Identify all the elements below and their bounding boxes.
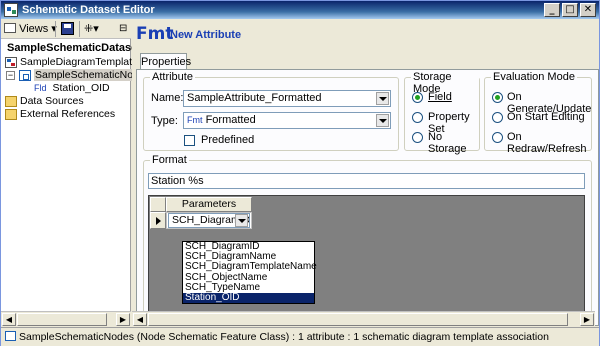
collapse-icon[interactable]: − (6, 71, 15, 80)
storage-property-set-radio[interactable] (412, 112, 423, 123)
name-label: Name: (151, 92, 184, 104)
formatted-attribute-icon: Fmt (136, 24, 174, 44)
scroll-left-icon[interactable]: ◀ (2, 313, 16, 326)
status-bar: SampleSchematicNodes (Node Schematic Fea… (1, 327, 599, 346)
parameter-dropdown-list[interactable]: SCH_DiagramID SCH_DiagramName SCH_Diagra… (182, 241, 317, 304)
tree-item-label: SampleDiagramTemplate (20, 56, 138, 68)
app-icon (4, 3, 18, 17)
node-class-icon (19, 70, 31, 81)
attribute-group: Attribute Name: SampleAttribute_Formatte… (143, 71, 399, 151)
formatted-type-icon: Fmt (187, 115, 203, 125)
name-value: SampleAttribute_Formatted (187, 92, 322, 104)
field-icon: Fld (34, 83, 47, 93)
storage-no-storage-label: No Storage (428, 131, 467, 155)
dataset-name: SampleSchematicDataset (7, 42, 141, 54)
views-icon (4, 23, 16, 33)
name-combo[interactable]: SampleAttribute_Formatted (183, 90, 391, 107)
dropdown-option-selected[interactable]: Station_OID (183, 292, 314, 304)
scroll-right-icon[interactable]: ▶ (580, 313, 594, 326)
storage-field-label: Field (428, 91, 452, 103)
tree-item-external-references[interactable]: External References (5, 108, 115, 121)
chevron-down-icon[interactable] (376, 92, 389, 105)
schematic-dataset-editor-window: Schematic Dataset Editor _ □ ✕ Views ▾ ⁜… (0, 0, 600, 346)
toolbar-separator (55, 21, 56, 37)
node-class-icon (5, 331, 16, 341)
pin-icon[interactable]: ⊟ (119, 21, 127, 37)
options-button[interactable]: ⁜▾ (84, 21, 99, 37)
scroll-thumb[interactable] (17, 313, 107, 326)
parameter-combo[interactable]: SCH_DiagramID (168, 213, 250, 228)
predefined-label: Predefined (201, 134, 255, 146)
tree-item-label: Station_OID (52, 82, 110, 94)
editor-horizontal-scrollbar[interactable]: ◀ ▶ (132, 311, 595, 326)
properties-panel: Attribute Name: SampleAttribute_Formatte… (136, 69, 599, 326)
parameter-cell[interactable]: SCH_DiagramID (166, 212, 252, 229)
maximize-button[interactable]: □ (562, 3, 578, 17)
eval-on-start-label: On Start Editing (507, 111, 585, 123)
evaluation-mode-group: Evaluation Mode On Generate/Update On St… (484, 71, 592, 155)
current-row-indicator-icon[interactable] (150, 212, 166, 229)
tree-item-label: External References (20, 108, 116, 120)
toolbar-separator (79, 21, 80, 37)
editor-pane: Fmt New Attribute Properties Attribute N… (132, 19, 599, 326)
tab-properties[interactable]: Properties (140, 53, 191, 70)
format-input[interactable] (148, 173, 585, 189)
page-title: New Attribute (170, 29, 242, 41)
scroll-left-icon[interactable]: ◀ (133, 313, 147, 326)
views-button[interactable]: Views ▾ (4, 21, 57, 37)
tree-horizontal-scrollbar[interactable]: ◀ ▶ (1, 311, 131, 326)
type-combo[interactable]: Fmt Formatted (183, 112, 391, 129)
type-label: Type: (151, 115, 178, 127)
save-icon[interactable] (61, 22, 74, 35)
close-button[interactable]: ✕ (580, 3, 596, 17)
title-bar[interactable]: Schematic Dataset Editor _ □ ✕ (1, 1, 599, 19)
scroll-right-icon[interactable]: ▶ (116, 313, 130, 326)
storage-field-radio[interactable] (412, 92, 423, 103)
options-icon: ⁜ (84, 22, 94, 35)
eval-on-start-radio[interactable] (492, 112, 503, 123)
chevron-down-icon[interactable] (376, 114, 389, 127)
chevron-down-icon: ▾ (93, 23, 99, 35)
predefined-checkbox[interactable] (184, 135, 195, 146)
grid-corner (150, 197, 166, 212)
tree-item-template[interactable]: SampleDiagramTemplate (5, 56, 138, 69)
chevron-down-icon[interactable] (235, 214, 248, 227)
storage-mode-group: Storage Mode Field Property Set No Stora… (404, 71, 480, 155)
views-label: Views (19, 23, 49, 35)
diagram-template-icon (5, 57, 17, 68)
minimize-button[interactable]: _ (544, 3, 560, 17)
eval-on-generate-radio[interactable] (492, 92, 503, 103)
type-value: Formatted (205, 114, 256, 126)
tree-item-field[interactable]: Fld Station_OID (34, 82, 110, 95)
tree-toolbar: Views ▾ ⁜▾ ⊟ (1, 19, 131, 39)
status-text: SampleSchematicNodes (Node Schematic Fea… (19, 331, 549, 343)
storage-no-storage-radio[interactable] (412, 132, 423, 143)
eval-on-redraw-radio[interactable] (492, 132, 503, 143)
folder-icon (5, 109, 17, 120)
group-label: Attribute (150, 71, 195, 83)
window-title: Schematic Dataset Editor (22, 4, 155, 16)
tree-item-data-sources[interactable]: Data Sources (5, 95, 84, 108)
group-label: Evaluation Mode (491, 71, 577, 83)
folder-icon (5, 96, 17, 107)
tree-item-label: Data Sources (20, 95, 84, 107)
parameters-column-header[interactable]: Parameters (166, 197, 252, 212)
tree-pane: Views ▾ ⁜▾ ⊟ SampleSchematicDataset Samp… (1, 19, 151, 326)
tree-item-nodes[interactable]: − SampleSchematicNodes (5, 69, 151, 82)
eval-on-redraw-label: On Redraw/Refresh (507, 131, 587, 155)
scroll-thumb[interactable] (148, 313, 568, 326)
group-label: Format (150, 154, 189, 166)
